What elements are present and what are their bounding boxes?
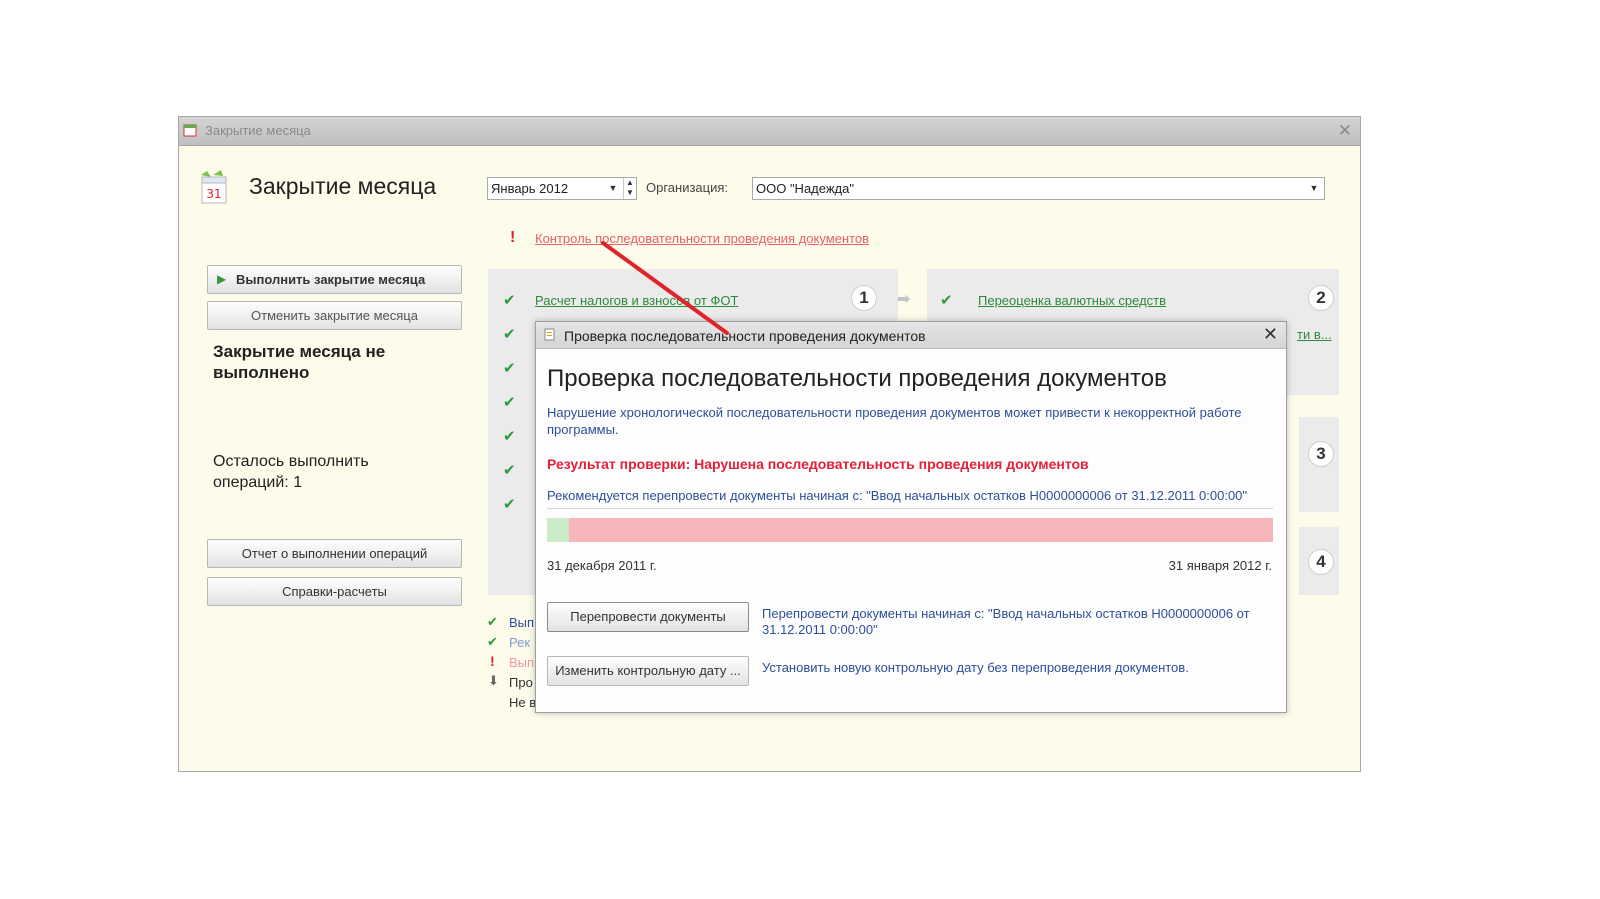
legend-item: Не в bbox=[509, 695, 537, 710]
legend-item: Вып bbox=[509, 655, 535, 670]
dialog-heading: Проверка последовательности проведения д… bbox=[547, 365, 1167, 392]
remaining-operations: Осталось выполнить операций: 1 bbox=[213, 453, 369, 491]
chevron-down-icon[interactable]: ▼ bbox=[1307, 180, 1321, 197]
svg-text:31: 31 bbox=[206, 187, 221, 201]
repost-description: Перепровести документы начиная с: "Ввод … bbox=[762, 606, 1250, 637]
step-number-1: 1 bbox=[851, 285, 877, 311]
check-icon: ✔ bbox=[503, 292, 516, 309]
check-icon: ✔ bbox=[487, 634, 498, 649]
close-status: Закрытие месяца не выполнено bbox=[213, 342, 386, 382]
reference-calculations-button[interactable]: Справки-расчеты bbox=[207, 577, 462, 606]
period-value: Январь 2012 bbox=[491, 181, 569, 196]
check-icon: ✔ bbox=[503, 360, 516, 377]
arrow-right-icon: ➡ bbox=[897, 291, 911, 308]
check-icon: ✔ bbox=[940, 292, 953, 309]
dialog-title: Проверка последовательности проведения д… bbox=[564, 328, 926, 344]
dialog-warning-text: Нарушение хронологической последовательн… bbox=[547, 405, 1242, 437]
check-icon: ✔ bbox=[503, 326, 516, 343]
calendar-icon: 31 bbox=[201, 170, 227, 204]
document-sequence-control-link[interactable]: Контроль последовательности проведения д… bbox=[535, 231, 869, 246]
step-currency-revaluation-link[interactable]: Переоценка валютных средств bbox=[978, 293, 1166, 308]
page-title: Закрытие месяца bbox=[249, 173, 437, 199]
timeline-ok-segment bbox=[547, 518, 569, 542]
check-icon: ✔ bbox=[503, 462, 516, 479]
repost-documents-button[interactable]: Перепровести документы bbox=[547, 602, 749, 632]
check-result: Результат проверки: Нарушена последовате… bbox=[547, 456, 1089, 472]
organization-select[interactable]: ООО "Надежда" ▼ bbox=[752, 177, 1325, 200]
check-icon: ✔ bbox=[487, 614, 498, 629]
period-spinner[interactable]: ▲ ▼ bbox=[623, 178, 636, 199]
dialog-titlebar[interactable]: Проверка последовательности проведения д… bbox=[536, 322, 1286, 349]
window-title: Закрытие месяца bbox=[205, 123, 311, 138]
exclamation-icon: ! bbox=[510, 229, 516, 246]
divider bbox=[547, 508, 1273, 509]
period-select[interactable]: Январь 2012 ▼ ▲ ▼ bbox=[487, 177, 637, 200]
step-number-2: 2 bbox=[1308, 285, 1334, 311]
timeline-end-date: 31 января 2012 г. bbox=[1168, 558, 1272, 573]
step-payroll-taxes-link[interactable]: Расчет налогов и взносов от ФОТ bbox=[535, 293, 738, 308]
period-timeline bbox=[547, 518, 1273, 542]
step-truncated-link[interactable]: ти в... bbox=[1297, 327, 1332, 342]
play-icon: ▶ bbox=[217, 272, 227, 286]
operations-report-button[interactable]: Отчет о выполнении операций bbox=[207, 539, 462, 568]
document-icon bbox=[544, 328, 555, 341]
step-number-4: 4 bbox=[1308, 549, 1334, 575]
sequence-check-dialog: Проверка последовательности проведения д… bbox=[535, 321, 1287, 713]
organization-value: ООО "Надежда" bbox=[756, 181, 854, 196]
legend-item: Рек bbox=[509, 635, 531, 650]
check-icon: ✔ bbox=[503, 496, 516, 513]
change-control-date-button[interactable]: Изменить контрольную дату ... bbox=[547, 656, 749, 686]
calendar-icon bbox=[183, 124, 197, 137]
run-month-close-button[interactable]: ▶ Выполнить закрытие месяца bbox=[207, 265, 462, 294]
organization-label: Организация: bbox=[646, 180, 729, 195]
exclamation-icon: ! bbox=[490, 653, 495, 669]
change-date-description: Установить новую контрольную дату без пе… bbox=[762, 660, 1189, 675]
cancel-month-close-button[interactable]: Отменить закрытие месяца bbox=[207, 301, 462, 330]
down-arrow-icon: ⬇ bbox=[488, 673, 499, 688]
chevron-down-icon[interactable]: ▼ bbox=[606, 180, 620, 197]
timeline-start-date: 31 декабря 2011 г. bbox=[547, 558, 657, 573]
month-close-window: Закрытие месяца ✕ 31 Закрытие месяца Янв… bbox=[178, 116, 1361, 772]
window-titlebar[interactable]: Закрытие месяца ✕ bbox=[179, 117, 1360, 146]
close-icon[interactable]: ✕ bbox=[1263, 324, 1278, 345]
close-icon[interactable]: ✕ bbox=[1338, 121, 1352, 141]
legend-item: Вып bbox=[509, 615, 535, 630]
check-icon: ✔ bbox=[503, 394, 516, 411]
recommendation-text: Рекомендуется перепровести документы нач… bbox=[547, 488, 1248, 503]
legend-item: Про bbox=[509, 675, 533, 690]
step-number-3: 3 bbox=[1308, 441, 1334, 467]
check-icon: ✔ bbox=[503, 428, 516, 445]
